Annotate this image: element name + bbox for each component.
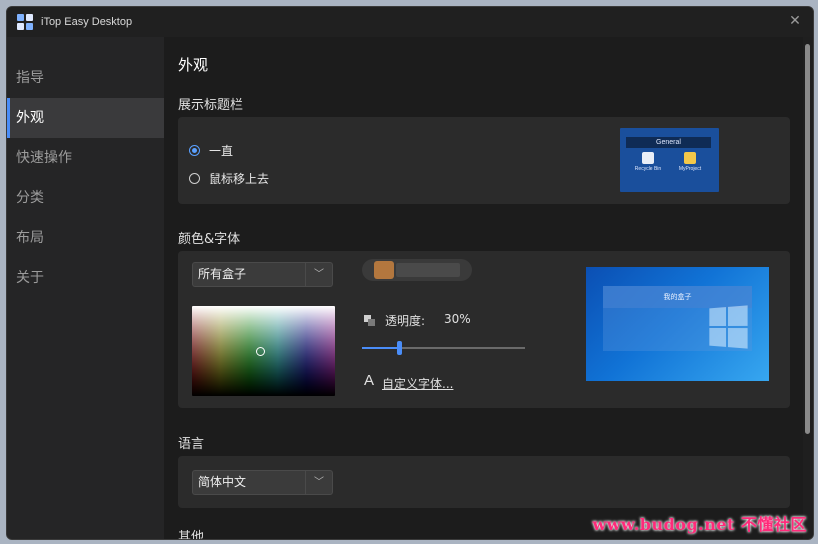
- settings-content: 外观 展示标题栏 一直 鼠标移上去 General Recycle Bin My…: [164, 37, 803, 539]
- recycle-bin-icon: Recycle Bin: [628, 152, 668, 172]
- opacity-slider-thumb[interactable]: [397, 341, 403, 355]
- radio-always[interactable]: 一直: [189, 142, 233, 159]
- scrollbar[interactable]: [803, 37, 813, 539]
- opacity-label: 透明度:: [385, 314, 426, 328]
- scrollbar-thumb[interactable]: [805, 44, 810, 434]
- page-title: 外观: [178, 56, 209, 74]
- language-select[interactable]: 简体中文 ﹀: [192, 470, 333, 495]
- opacity-icon: [364, 315, 375, 326]
- radio-always-label: 一直: [209, 144, 234, 158]
- titlebar-section-title: 展示标题栏: [178, 98, 244, 113]
- titlebar-panel: 一直 鼠标移上去 General Recycle Bin MyProject: [178, 117, 790, 204]
- sidebar-item-quick-actions[interactable]: 快速操作: [7, 138, 164, 178]
- app-logo-icon: [17, 14, 33, 30]
- box-select[interactable]: 所有盒子 ﹀: [192, 262, 333, 287]
- windows-logo-icon: [709, 305, 748, 349]
- language-panel: 简体中文 ﹀: [178, 456, 790, 508]
- color-font-panel: 所有盒子 ﹀ 透明度: 30% A 自定义字体... 我的盒子: [178, 251, 790, 408]
- custom-font-link[interactable]: 自定义字体...: [382, 375, 453, 392]
- sidebar-item-about[interactable]: 关于: [7, 258, 164, 298]
- titlebar-preview: General Recycle Bin MyProject: [620, 128, 719, 192]
- color-swatch[interactable]: [362, 259, 472, 281]
- language-select-value: 简体中文: [198, 475, 247, 489]
- font-icon: A: [364, 372, 375, 389]
- color-picker-handle[interactable]: [256, 347, 265, 356]
- radio-unchecked-icon: [189, 173, 200, 184]
- sidebar-item-layout[interactable]: 布局: [7, 218, 164, 258]
- sidebar-item-guide[interactable]: 指导: [7, 58, 164, 98]
- chevron-down-icon: ﹀: [305, 471, 332, 494]
- window-title: iTop Easy Desktop: [41, 16, 133, 28]
- desktop-preview: 我的盒子: [586, 267, 769, 381]
- recycle-bin-label: Recycle Bin: [634, 166, 662, 172]
- other-section-title: 其他: [178, 530, 205, 539]
- box-select-value: 所有盒子: [198, 267, 247, 281]
- sidebar-item-appearance[interactable]: 外观: [7, 98, 164, 138]
- folder-icon: MyProject: [670, 152, 710, 172]
- color-font-section-title: 颜色&字体: [178, 232, 241, 247]
- language-section-title: 语言: [178, 437, 205, 452]
- title-bar[interactable]: iTop Easy Desktop ✕: [7, 7, 813, 37]
- watermark: www.budog.net 不懂社区: [592, 515, 807, 534]
- sidebar-item-categories[interactable]: 分类: [7, 178, 164, 218]
- preview-box-header: General: [626, 137, 711, 148]
- opacity-slider[interactable]: [362, 341, 525, 355]
- myproject-label: MyProject: [678, 166, 702, 172]
- radio-on-hover[interactable]: 鼠标移上去: [189, 170, 269, 187]
- app-window: iTop Easy Desktop ✕ 指导 外观 快速操作 分类 布局 关于 …: [6, 6, 814, 540]
- radio-checked-icon: [189, 145, 200, 156]
- close-icon[interactable]: ✕: [787, 13, 803, 29]
- color-picker[interactable]: [192, 306, 335, 396]
- radio-on-hover-label: 鼠标移上去: [209, 172, 270, 186]
- preview-box-title: 我的盒子: [603, 286, 752, 308]
- sidebar: 指导 外观 快速操作 分类 布局 关于: [7, 37, 164, 539]
- chevron-down-icon: ﹀: [305, 263, 332, 286]
- opacity-value: 30%: [444, 312, 471, 326]
